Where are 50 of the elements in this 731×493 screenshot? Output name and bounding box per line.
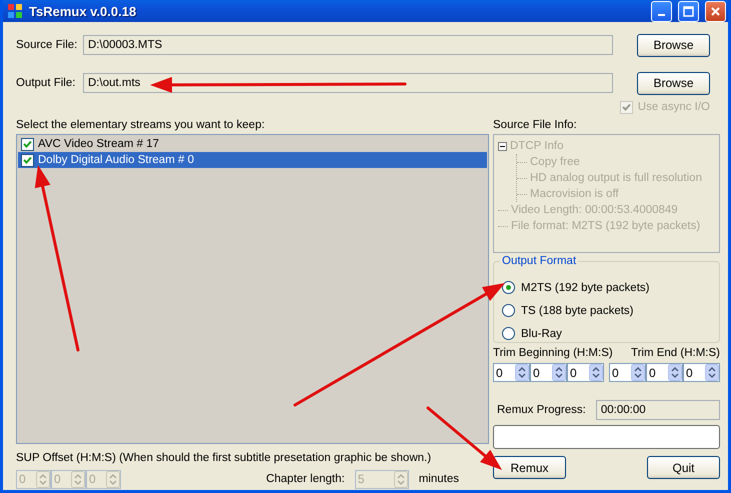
collapse-icon[interactable] <box>498 142 507 150</box>
spin-arrows-icon[interactable] <box>668 364 682 381</box>
minimize-button[interactable] <box>651 0 672 22</box>
window-title: TsRemux v.0.0.18 <box>29 4 138 18</box>
stream-item[interactable]: AVC Video Stream # 17 <box>18 136 487 152</box>
checkbox-label: Use async I/O <box>638 101 710 113</box>
spin-field[interactable]: 0 <box>609 363 646 382</box>
spin-field[interactable]: 0 <box>493 363 530 382</box>
checkbox[interactable] <box>21 138 34 150</box>
field-label: Output File: <box>16 77 76 89</box>
radio-button[interactable] <box>502 281 515 294</box>
file-path-field[interactable]: D:\out.mts <box>83 73 613 93</box>
unit-label: minutes <box>418 473 459 485</box>
elapsed-time-field: 00:00:00 <box>596 400 720 420</box>
field-label: Source File: <box>16 39 78 51</box>
minimize-icon <box>658 14 665 16</box>
browse-button[interactable]: Browse <box>637 72 710 94</box>
app-icon <box>7 3 23 19</box>
streams-label: Select the elementary streams you want to keep: <box>16 118 266 133</box>
spin-field[interactable]: 0 <box>567 363 604 382</box>
trim-begin-label: Trim Beginning (H:M:S) <box>493 347 613 361</box>
spin-field[interactable]: 0 <box>683 363 720 382</box>
remux-button[interactable]: Remux <box>493 456 566 479</box>
close-button[interactable] <box>705 0 726 22</box>
maximize-button[interactable] <box>678 0 699 22</box>
maximize-icon <box>683 6 694 16</box>
checkbox[interactable] <box>21 154 34 166</box>
chapter-length-label: Chapter length: <box>266 473 345 485</box>
spin-arrows-icon[interactable] <box>705 364 719 381</box>
progress-label: Remux Progress: <box>497 404 586 416</box>
radio-button[interactable] <box>502 327 515 340</box>
quit-button[interactable]: Quit <box>647 456 720 479</box>
spin-arrows-icon[interactable] <box>589 364 603 381</box>
file-path-field[interactable]: D:\00003.MTS <box>83 35 613 55</box>
spin-arrows-icon[interactable] <box>631 364 645 381</box>
spin-field[interactable]: 0 <box>646 363 683 382</box>
group-title: Output Format <box>500 255 578 267</box>
source-info-label: Source File Info: <box>493 118 578 133</box>
spin-arrows-icon[interactable] <box>552 364 566 381</box>
stream-item[interactable]: Dolby Digital Audio Stream # 0 <box>18 152 487 168</box>
spin-field[interactable]: 0 <box>530 363 567 382</box>
sup-offset-label: SUP Offset (H:M:S) (When should the first subtitle presetation graphic be shown.) <box>16 451 432 466</box>
close-icon <box>710 6 721 16</box>
trim-end-label: Trim End (H:M:S) <box>630 347 720 361</box>
spin-arrows-icon[interactable] <box>515 364 529 381</box>
radio-label[interactable]: Blu-Ray <box>521 328 562 340</box>
radio-label[interactable]: M2TS (192 byte packets) <box>521 282 650 294</box>
browse-button[interactable]: Browse <box>637 34 710 56</box>
radio-label[interactable]: TS (188 byte packets) <box>521 304 634 316</box>
radio-button[interactable] <box>502 304 515 317</box>
